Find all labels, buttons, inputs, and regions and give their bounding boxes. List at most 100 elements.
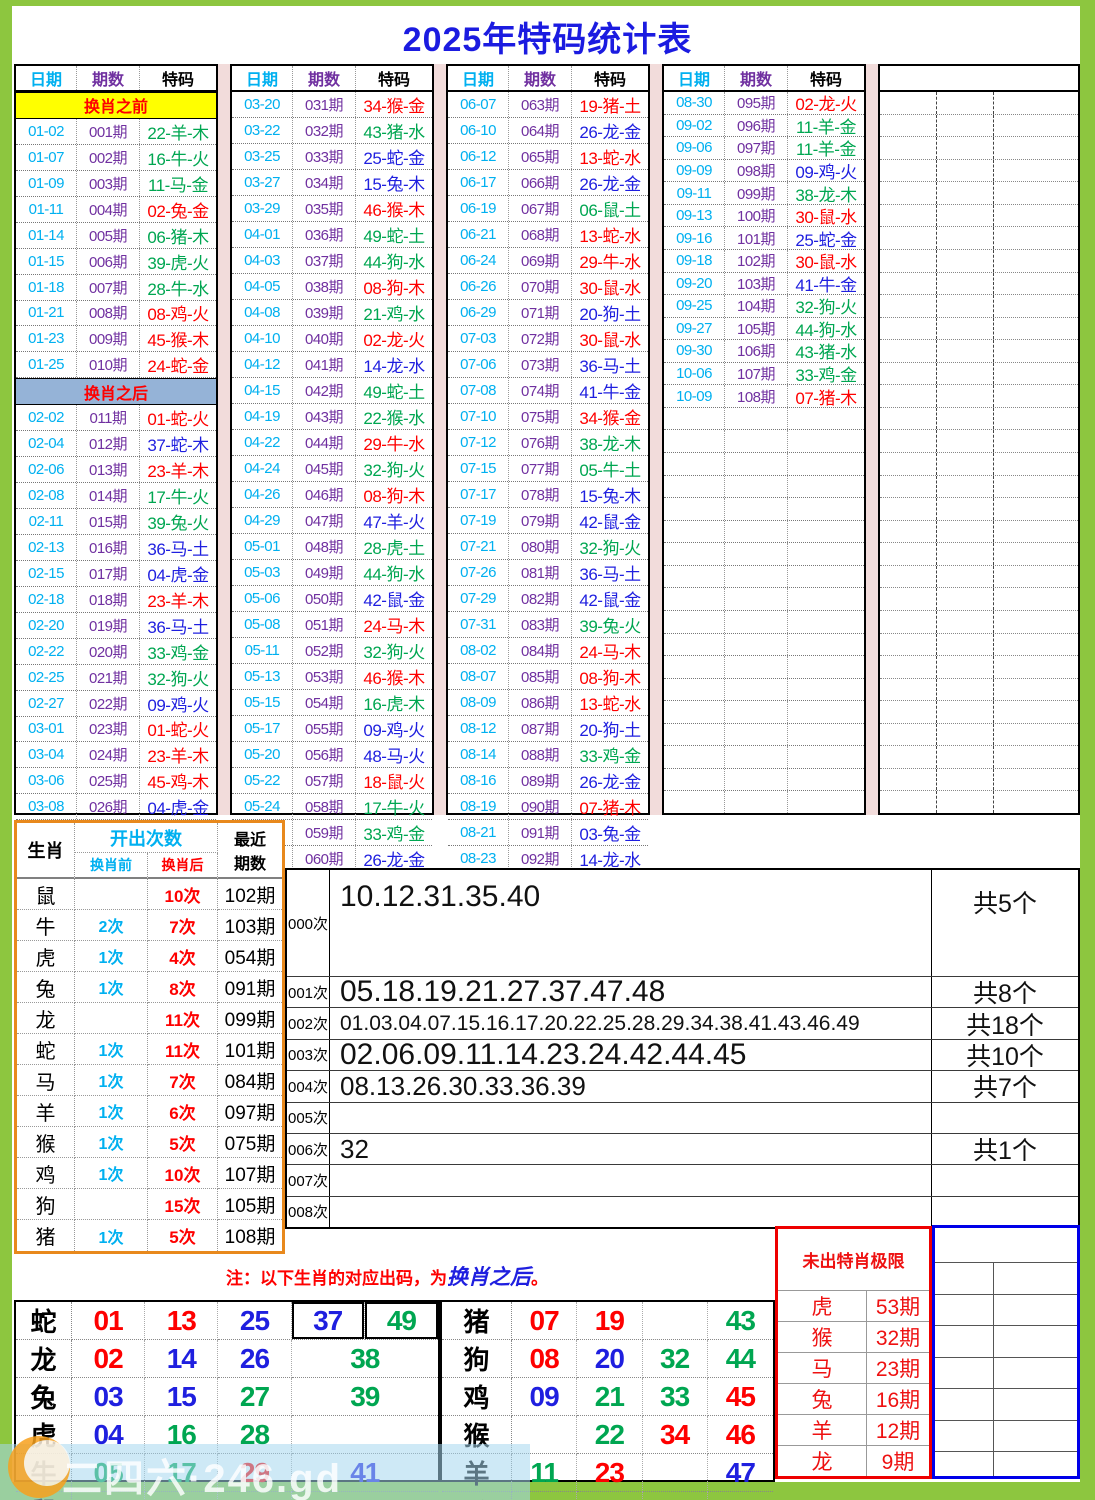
frequency-count: 共10个 (931, 1039, 1078, 1071)
map-number: 37 (291, 1302, 365, 1340)
empty-row (880, 475, 1078, 499)
result-row: 03-22 032期 43-猪-水 (232, 118, 432, 144)
period-cell: 042期 (292, 378, 355, 403)
date-cell (664, 588, 724, 610)
date-cell (664, 611, 724, 633)
result-row: 06-29 071期 20-狗-土 (448, 300, 648, 326)
period-cell: 076期 (508, 430, 571, 455)
stats-after-count: 8次 (148, 972, 218, 1003)
result-row: 08-02 084期 24-马-木 (448, 638, 648, 664)
code-cell: 41-牛-金 (571, 378, 648, 403)
result-row: 08-16 089期 26-龙-金 (448, 768, 648, 794)
code-cell: 07-猪-木 (787, 385, 864, 407)
result-row: 05-08 051期 24-马-木 (232, 612, 432, 638)
blue-grid-line (935, 1325, 1077, 1326)
date-cell: 07-12 (460, 434, 496, 451)
empty-row (880, 768, 1078, 792)
period-cell: 108期 (724, 385, 787, 407)
period-cell: 083期 (508, 612, 571, 637)
period-cell: 080期 (508, 534, 571, 559)
empty-cell (936, 182, 993, 204)
code-cell: 41-牛-金 (787, 272, 864, 295)
frequency-label: 000次 (287, 870, 330, 976)
result-row: 02-25 021期 32-狗-火 (16, 664, 216, 691)
stats-zodiac: 蛇 (17, 1034, 75, 1065)
date-cell: 09-11 (676, 184, 712, 202)
empty-cell (880, 385, 936, 407)
code-cell (787, 701, 864, 723)
date-cell: 01-25 (28, 356, 64, 374)
result-row: 05-13 053期 46-猴-木 (232, 664, 432, 690)
period-cell: 098期 (724, 159, 787, 182)
result-row: 03-29 035期 46-猴-木 (232, 196, 432, 222)
date-cell (664, 746, 724, 768)
empty-row (880, 791, 1078, 813)
period-cell: 058期 (292, 794, 355, 819)
date-cell: 06-12 (460, 148, 496, 165)
empty-cell (936, 453, 993, 475)
date-cell: 05-06 (244, 590, 280, 607)
map-number: 49 (364, 1302, 438, 1340)
period-cell: 056期 (292, 742, 355, 767)
stats-recent-period: 097期 (218, 1096, 282, 1127)
empty-cell (880, 588, 936, 610)
code-cell (787, 543, 864, 565)
result-row: 03-04 024期 23-羊-木 (16, 742, 216, 769)
code-cell: 30-鼠-水 (787, 249, 864, 272)
period-cell: 005期 (76, 222, 139, 248)
date-cell: 07-17 (460, 486, 496, 503)
date-cell: 02-27 (28, 694, 64, 712)
period-cell: 014期 (76, 483, 139, 508)
empty-cell (936, 588, 993, 610)
result-row: 07-10 075期 34-猴-金 (448, 404, 648, 430)
empty-row (880, 453, 1078, 476)
period-cell (724, 565, 787, 588)
map-number: 24 (577, 1492, 643, 1500)
code-cell: 24-蛇-金 (139, 352, 216, 378)
empty-cell (880, 295, 936, 317)
period-cell: 057期 (292, 768, 355, 793)
empty-row (880, 565, 1078, 589)
code-cell: 03-兔-金 (571, 820, 648, 845)
period-cell: 079期 (508, 508, 571, 533)
period-cell: 013期 (76, 457, 139, 483)
date-cell (664, 769, 724, 791)
stats-after-count: 7次 (148, 1065, 218, 1096)
date-cell: 04-10 (244, 330, 280, 347)
date-cell: 04-01 (244, 226, 280, 243)
empty-cell (880, 430, 936, 452)
period-cell (724, 723, 787, 746)
limit-periods: 12期 (875, 1420, 921, 1443)
result-row: 10-06 107期 33-鸡-金 (664, 362, 864, 386)
code-cell: 08-狗-木 (355, 274, 432, 299)
col-header-code: 特码 (355, 66, 432, 90)
period-cell: 041期 (292, 352, 355, 377)
note-highlight: 换肖之后 (447, 1266, 531, 1289)
map-number: 07 (512, 1302, 578, 1340)
empty-cell (880, 521, 936, 543)
empty-cell (936, 543, 993, 565)
empty-cell (993, 768, 1078, 791)
result-row: 04-10 040期 02-龙-火 (232, 326, 432, 352)
map-number: 34 (642, 1416, 708, 1454)
stats-recent-period: 084期 (218, 1065, 282, 1096)
frequency-label: 007次 (287, 1165, 330, 1196)
period-cell: 096期 (724, 114, 787, 137)
result-row: 10-09 108期 07-猪-木 (664, 385, 864, 408)
result-row: 01-09 003期 11-马-金 (16, 170, 216, 197)
date-cell: 01-15 (28, 252, 64, 270)
map-number: 46 (707, 1416, 773, 1454)
stats-before-count: 1次 (75, 1065, 148, 1096)
result-row: 01-21 008期 08-鸡-火 (16, 300, 216, 327)
result-row: 08-19 090期 07-猪-木 (448, 794, 648, 820)
date-cell: 08-30 (676, 94, 712, 112)
result-row: 01-23 009期 45-猴-木 (16, 326, 216, 353)
limit-zodiac: 兔 (778, 1384, 867, 1414)
result-row: 05-20 056期 48-马-火 (232, 742, 432, 768)
result-row: 02-04 012期 37-蛇-木 (16, 431, 216, 458)
date-cell: 09-30 (676, 342, 712, 360)
zodiac-stats-table: 生肖 开出次数 换肖前 换肖后 最近 期数鼠 10次 102期牛 2次 7次 103期虎 1次 4次 05… (14, 820, 285, 1254)
result-row: 08-12 087期 20-狗-土 (448, 716, 648, 742)
empty-cell (936, 498, 993, 520)
empty-row (880, 137, 1078, 160)
